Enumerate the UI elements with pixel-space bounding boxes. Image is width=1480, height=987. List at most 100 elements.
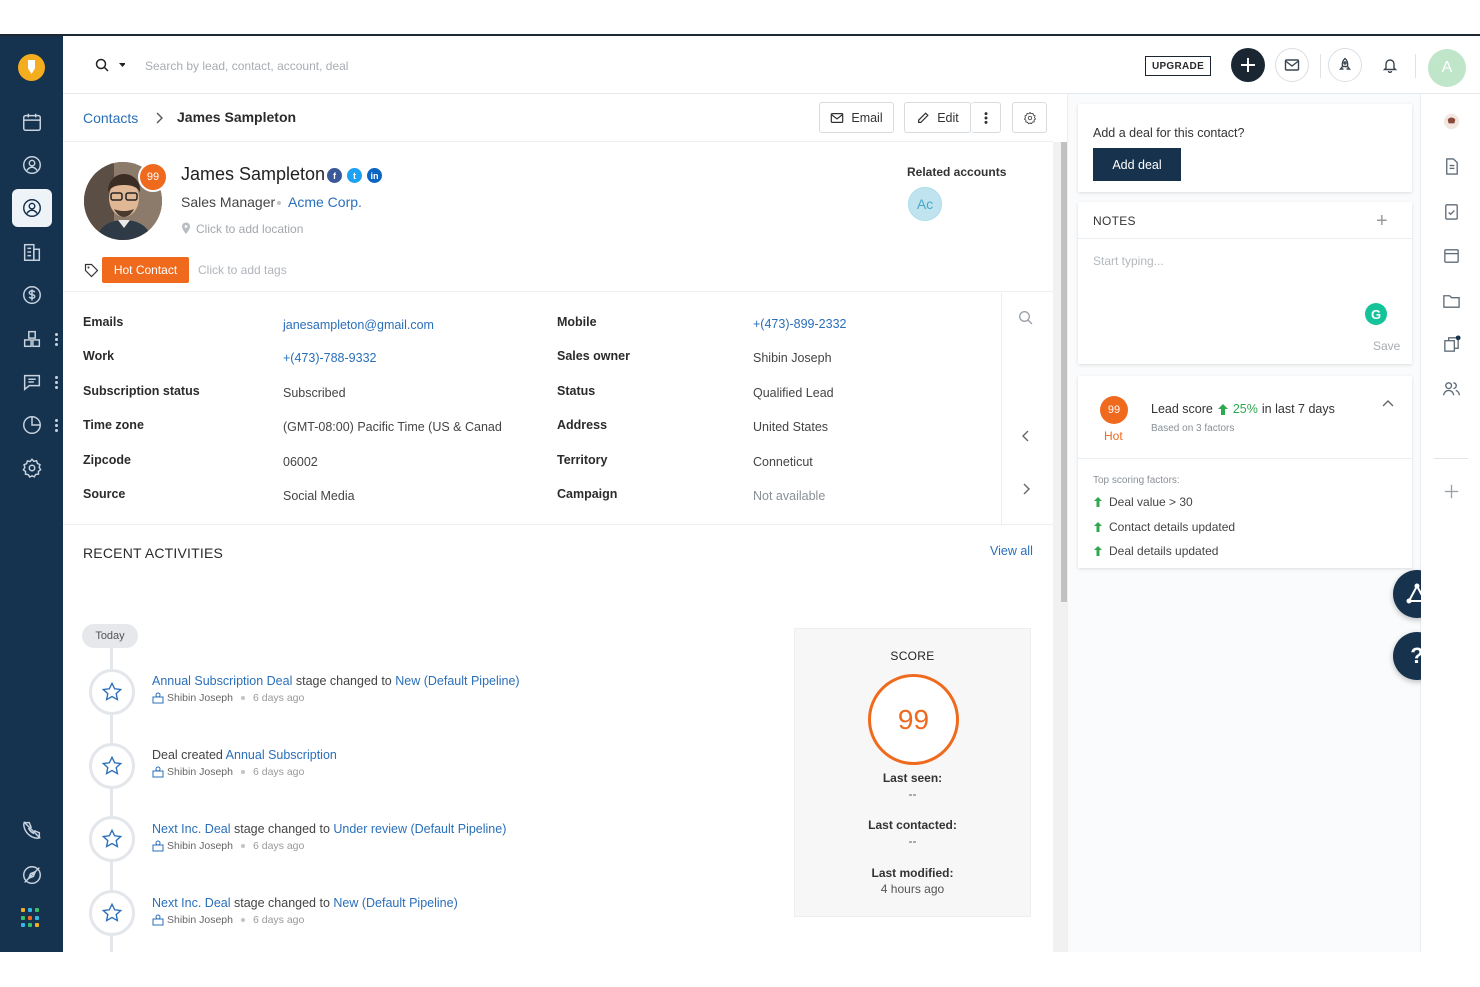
arrow-up-icon [1094,497,1102,507]
add-tags-link[interactable]: Click to add tags [198,263,287,277]
view-all-link[interactable]: View all [990,544,1033,558]
task-icon[interactable] [1440,200,1462,222]
work-phone-link[interactable]: +(473)-788-9332 [283,351,376,365]
last-modified-label: Last modified: [871,866,954,880]
mail-button[interactable] [1275,48,1309,82]
rocket-button[interactable] [1328,48,1362,82]
activity-text: Next Inc. Deal stage changed to New (Def… [152,896,458,910]
profile-picture-icon[interactable] [1440,110,1462,132]
add-deal-button[interactable]: Add deal [1093,148,1181,181]
search-icon[interactable] [1018,310,1034,331]
accounts-icon[interactable] [12,233,52,271]
field-label: Address [557,418,608,432]
email-value-link[interactable]: janesampleton@gmail.com [283,318,434,332]
contact-score-badge: 99 [138,162,168,192]
star-icon[interactable] [89,669,135,715]
activity-meta: Shibin Joseph 6 days ago [152,766,304,778]
add-deal-question: Add a deal for this contact? [1093,126,1245,140]
compass-off-icon[interactable] [12,856,52,894]
search-input[interactable] [145,54,645,78]
star-icon[interactable] [89,743,135,789]
scoring-factor-text: Contact details updated [1109,520,1236,534]
related-account-avatar[interactable]: Ac [908,187,942,221]
upgrade-button[interactable]: UPGRADE [1145,56,1211,76]
more-icon[interactable] [55,376,58,389]
activity-pipeline-link[interactable]: New (Default Pipeline) [395,674,519,688]
activity-deal-link[interactable]: Annual Subscription Deal [152,674,292,688]
activity-deal-link[interactable]: Next Inc. Deal [152,822,231,836]
field-value: Shibin Joseph [753,351,832,365]
search-icon[interactable] [95,58,126,77]
activity-pipeline-link[interactable]: New (Default Pipeline) [333,896,457,910]
contact-active-icon[interactable] [12,189,52,227]
arrow-up-icon [1094,546,1102,556]
activity-deal-link[interactable]: Next Inc. Deal [152,896,231,910]
activity-user: Shibin Joseph [167,914,233,926]
field-value: Qualified Lead [753,386,834,400]
settings-icon[interactable] [12,449,52,487]
activity-meta: Shibin Joseph 6 days ago [152,914,304,926]
activity-user: Shibin Joseph [167,840,233,852]
calendar-icon[interactable] [12,103,52,141]
notes-input[interactable] [1093,254,1393,314]
phone-off-icon[interactable] [12,811,52,849]
field-value: Social Media [283,489,355,503]
facebook-icon[interactable]: f [327,168,342,183]
hot-contact-tag[interactable]: Hot Contact [102,257,189,283]
notifications-button[interactable] [1373,48,1407,82]
field-label: Subscription status [83,384,200,398]
contacts-icon[interactable] [12,146,52,184]
notes-save-button[interactable]: Save [1373,339,1400,353]
scoring-factor-text: Deal value > 30 [1109,495,1193,509]
chevron-up-icon[interactable] [1381,395,1395,413]
customize-button[interactable] [1012,102,1047,133]
add-note-plus-icon[interactable]: + [1376,211,1388,231]
rocket-icon [1339,57,1351,70]
activity-text: Deal created Annual Subscription [152,748,337,762]
breadcrumb-contacts-link[interactable]: Contacts [83,110,138,126]
conversations-icon[interactable] [12,363,52,401]
activity-time: 6 days ago [252,766,305,778]
more-icon[interactable] [55,419,58,432]
divider [1434,458,1468,459]
document-icon[interactable] [1440,155,1462,177]
products-icon[interactable] [12,320,52,358]
notes-title: NOTES [1093,214,1136,228]
contact-details: Emails janesampleton@gmail.com Work +(47… [63,293,1053,525]
grammarly-icon[interactable]: G [1365,303,1387,325]
lead-score-badge: 99 [1100,396,1128,424]
logo-icon[interactable] [18,54,45,81]
quick-add-button[interactable] [1231,48,1265,82]
add-plus-icon[interactable] [1440,480,1462,502]
more-icon[interactable] [55,333,58,346]
copy-icon[interactable] [1440,333,1462,355]
lead-score-percent: 25% [1232,402,1258,416]
more-actions-button[interactable] [971,102,1001,133]
activity-pipeline-link[interactable]: Under review (Default Pipeline) [333,822,506,836]
folder-icon[interactable] [1440,289,1462,311]
email-button[interactable]: Email [819,102,894,133]
linkedin-icon[interactable]: in [367,168,382,183]
contact-company-link[interactable]: Acme Corp. [288,194,362,210]
activity-deal-link[interactable]: Annual Subscription [226,748,337,762]
divider [1415,54,1416,78]
user-avatar[interactable]: A [1428,49,1466,87]
mobile-phone-link[interactable]: +(473)-899-2332 [753,317,846,331]
deals-icon[interactable] [12,276,52,314]
edit-button[interactable]: Edit [904,102,971,133]
scoring-factor: Contact details updated [1093,520,1235,534]
field-label: Mobile [557,315,597,329]
star-icon[interactable] [89,890,135,936]
star-icon[interactable] [89,816,135,862]
field-value: 06002 [283,455,318,469]
chevron-right-icon[interactable] [1021,482,1031,501]
field-label: Status [557,384,596,398]
calendar-icon[interactable] [1440,244,1462,266]
apps-grid-icon[interactable] [21,908,41,928]
people-icon[interactable] [1440,377,1462,399]
chevron-left-icon[interactable] [1021,429,1031,448]
reports-icon[interactable] [12,406,52,444]
twitter-icon[interactable]: t [347,168,362,183]
activity-text-mid: stage changed to [292,674,396,688]
add-location-link[interactable]: Click to add location [196,222,303,236]
